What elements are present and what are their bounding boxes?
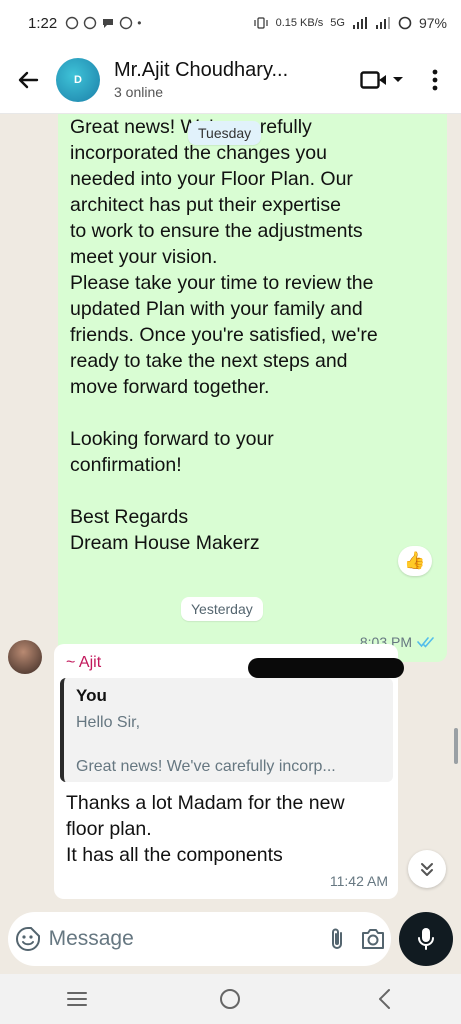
camera-icon <box>362 929 385 949</box>
battery-icon <box>398 16 412 30</box>
back-button[interactable] <box>0 46 56 114</box>
status-bar: 1:22 • 0.15 KB/s 5G 97% <box>0 0 461 46</box>
chevron-down-icon <box>393 76 403 82</box>
scrollbar[interactable] <box>454 728 458 764</box>
reaction-badge[interactable]: 👍 <box>398 546 432 576</box>
message-input-container <box>8 912 391 966</box>
double-chevron-down-icon <box>421 863 433 876</box>
whatsapp-notification-icon <box>66 16 79 30</box>
redacted-phone-number <box>248 658 404 678</box>
outgoing-message-text: Great news! We've carefully incorporated… <box>70 116 378 554</box>
arrow-left-icon <box>18 71 39 88</box>
voice-message-button[interactable] <box>399 912 453 966</box>
home-button[interactable] <box>200 974 260 1024</box>
sender-name[interactable]: ~ Ajit <box>66 654 101 672</box>
battery-level: 97% <box>418 15 447 31</box>
outgoing-message[interactable]: Great news! We've carefully incorporated… <box>58 114 447 662</box>
contact-name: Mr.Ajit Choudhary... <box>114 59 289 81</box>
quote-text-line: Great news! We've carefully incorp... <box>76 758 336 775</box>
notification-icons: • <box>65 16 141 30</box>
contact-status: 3 online <box>114 84 164 100</box>
more-vertical-icon <box>432 69 438 90</box>
chevron-left-icon <box>379 989 391 1009</box>
whatsapp-notification-icon <box>84 16 97 30</box>
quoted-message[interactable]: You Hello Sir, Great news! We've careful… <box>60 678 393 782</box>
video-call-button[interactable] <box>357 62 407 98</box>
signal-icon <box>375 17 390 29</box>
attach-button[interactable] <box>320 912 356 966</box>
contact-info[interactable]: Mr.Ajit Choudhary... 3 online <box>114 59 357 100</box>
home-circle-icon <box>220 989 241 1009</box>
quote-text-line: Hello Sir, <box>76 714 141 731</box>
signal-icon <box>352 17 367 29</box>
chat-header: D Mr.Ajit Choudhary... 3 online <box>0 46 461 114</box>
recents-icon <box>66 992 87 1006</box>
video-camera-icon <box>360 70 386 89</box>
sticker-emoji-icon <box>16 927 41 951</box>
floating-date-chip: Tuesday <box>188 121 262 145</box>
date-separator: Yesterday <box>181 597 263 621</box>
recents-button[interactable] <box>47 974 107 1024</box>
message-time: 11:42 AM <box>329 873 388 889</box>
incoming-message-text: Thanks a lot Madam for the new floor pla… <box>66 792 345 866</box>
chat-area[interactable]: Great news! We've carefully incorporated… <box>0 114 461 910</box>
contact-avatar[interactable]: D <box>56 57 100 102</box>
vibrate-icon <box>253 17 268 29</box>
double-check-icon <box>417 637 434 648</box>
camera-button[interactable] <box>355 912 391 966</box>
microphone-icon <box>418 928 434 950</box>
chat-notification-icon <box>103 19 114 28</box>
system-nav-bar <box>0 974 461 1024</box>
avatar-letter: D <box>74 73 82 86</box>
network-speed: 0.15 KB/s <box>275 17 324 29</box>
header-actions <box>357 62 461 98</box>
network-type: 5G <box>330 17 345 29</box>
status-time: 1:22 <box>28 14 58 32</box>
emoji-button[interactable] <box>8 912 49 966</box>
composer <box>0 910 461 972</box>
back-nav-button[interactable] <box>354 974 414 1024</box>
status-right: 0.15 KB/s 5G 97% <box>253 15 447 31</box>
whatsapp-notification-icon <box>120 16 133 30</box>
incoming-message[interactable]: ~ Ajit You Hello Sir, Great news! We've … <box>54 644 404 899</box>
scroll-to-bottom-button[interactable] <box>408 850 446 888</box>
message-input[interactable] <box>48 927 320 951</box>
sender-avatar[interactable] <box>8 640 42 674</box>
more-notifications-dot-icon: • <box>137 16 142 30</box>
sender-row: ~ Ajit <box>66 654 404 678</box>
quote-author: You <box>76 686 107 705</box>
more-options-button[interactable] <box>417 62 453 98</box>
paperclip-icon <box>332 928 343 949</box>
